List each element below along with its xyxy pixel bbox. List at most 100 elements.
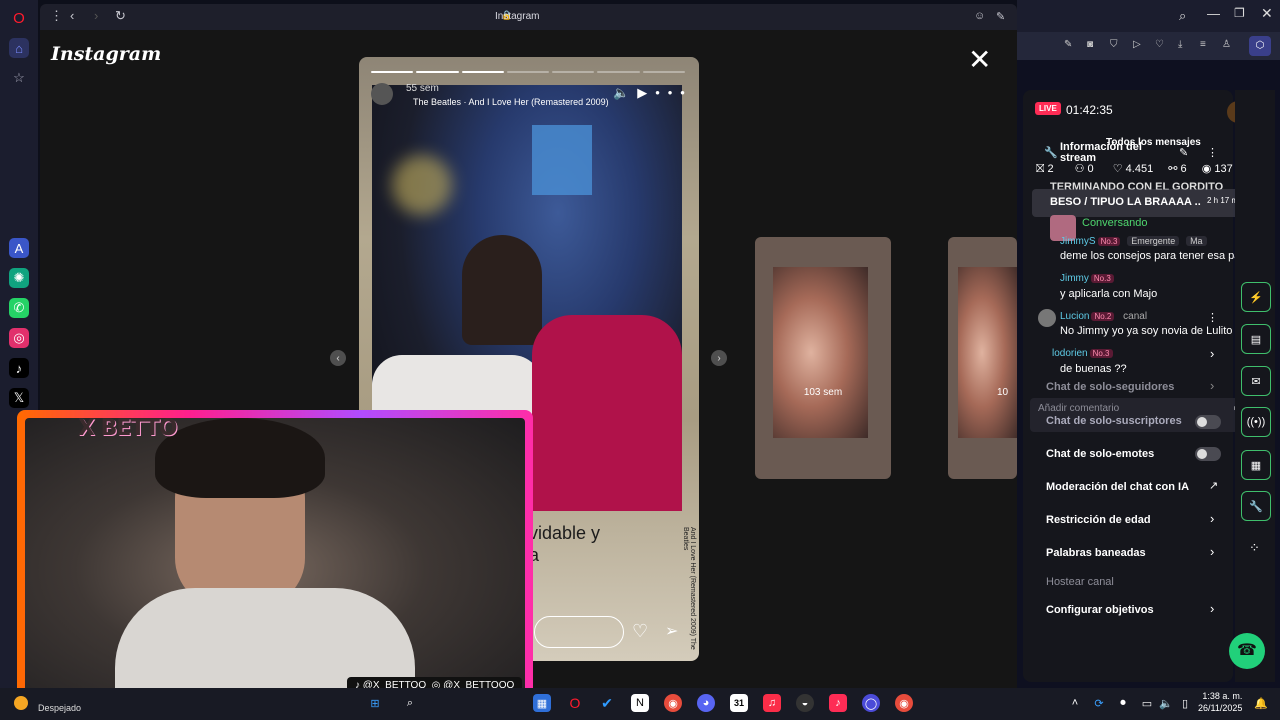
player-icon[interactable]: ▷: [1133, 39, 1141, 50]
store-icon[interactable]: ▦: [533, 694, 551, 712]
more-options-icon[interactable]: ⁘: [1249, 540, 1260, 556]
battery-icon[interactable]: ▯: [1176, 694, 1194, 712]
side-story-2[interactable]: 10: [948, 237, 1017, 479]
pin-icon[interactable]: ✎: [996, 10, 1005, 23]
chevron-right-icon[interactable]: ›: [1210, 378, 1214, 393]
heart-icon[interactable]: ♡: [1155, 39, 1164, 50]
side-story-1[interactable]: 103 sem: [755, 237, 891, 479]
toggle-emotes-only[interactable]: [1195, 447, 1221, 461]
profile-icon[interactable]: ♙: [1222, 39, 1231, 50]
instagram-icon[interactable]: ◎: [9, 328, 29, 348]
toggle-subscribers-only[interactable]: [1195, 415, 1221, 429]
more-icon[interactable]: •••: [655, 85, 693, 100]
stream-info-title[interactable]: Información del stream: [1060, 142, 1150, 164]
emoji-icon[interactable]: ☺: [974, 10, 985, 22]
tiktok-live-icon[interactable]: ♪: [829, 694, 847, 712]
edit-icon[interactable]: ✎: [1179, 146, 1188, 159]
chevron-right-icon[interactable]: ›: [1210, 511, 1214, 526]
chevron-right-icon[interactable]: ›: [1210, 346, 1214, 361]
weather-label[interactable]: Despejado: [38, 703, 81, 713]
tiktok-icon[interactable]: ♪: [9, 358, 29, 378]
camera-icon[interactable]: ◙: [1087, 39, 1093, 50]
more-icon[interactable]: ⋮: [1207, 311, 1218, 324]
volume-icon[interactable]: 🔈: [613, 85, 637, 100]
maximize-icon[interactable]: ❐: [1234, 6, 1245, 20]
mic-icon[interactable]: ⏺: [1114, 694, 1132, 712]
send-icon[interactable]: ➢: [665, 621, 678, 641]
display-icon[interactable]: ▭: [1138, 694, 1156, 712]
opera-logo-icon[interactable]: O: [9, 8, 29, 28]
edit-icon[interactable]: ✎: [1064, 39, 1072, 50]
avatar[interactable]: [371, 83, 393, 105]
obs-icon[interactable]: ◒: [796, 694, 814, 712]
tray-expand-icon[interactable]: ˄: [1066, 694, 1084, 712]
external-link-icon[interactable]: ↗: [1209, 479, 1218, 492]
story-song[interactable]: The Beatles · And I Love Her (Remastered…: [413, 97, 609, 107]
support-icon[interactable]: ☎: [1229, 633, 1265, 669]
chevron-right-icon[interactable]: ›: [1210, 544, 1214, 559]
chat-icon[interactable]: ✉: [1241, 366, 1271, 396]
reply-input[interactable]: [534, 616, 624, 648]
shield-icon[interactable]: ⛉: [1110, 39, 1118, 50]
more-icon[interactable]: ⋮: [1207, 146, 1218, 159]
chatgpt-icon[interactable]: ✺: [9, 268, 29, 288]
sync-icon[interactable]: ⟳: [1090, 694, 1108, 712]
setting-age-restriction[interactable]: Restricción de edad: [1046, 514, 1151, 526]
star-icon[interactable]: ☆: [9, 68, 29, 88]
weather-icon[interactable]: [14, 696, 28, 710]
search-icon[interactable]: ⌕: [401, 694, 419, 712]
discord-icon[interactable]: ◕: [697, 694, 715, 712]
layout-icon[interactable]: ▦: [1241, 450, 1271, 480]
notes-icon[interactable]: ▤: [1241, 324, 1271, 354]
broadcast-icon[interactable]: ((•)): [1241, 407, 1271, 437]
volume-icon[interactable]: 🔈: [1157, 694, 1175, 712]
extensions-icon[interactable]: ⬡: [1249, 36, 1271, 56]
close-window-icon[interactable]: ✕: [1261, 5, 1273, 22]
setting-banned-words[interactable]: Palabras baneadas: [1046, 547, 1146, 559]
forward-icon[interactable]: ›: [94, 8, 98, 23]
chat-user[interactable]: Lucion No.2 canal: [1060, 311, 1147, 322]
setting-followers-only[interactable]: Chat de solo-seguidores: [1046, 381, 1174, 393]
chrome-icon-2[interactable]: ◉: [895, 694, 913, 712]
chevron-right-icon[interactable]: ›: [1210, 601, 1214, 616]
prev-story-icon[interactable]: ‹: [330, 350, 346, 366]
minimize-icon[interactable]: —: [1207, 6, 1220, 21]
setting-emotes-only[interactable]: Chat de solo-emotes: [1046, 448, 1154, 460]
aria-ai-icon[interactable]: A: [9, 238, 29, 258]
whatsapp-icon[interactable]: ✆: [9, 298, 29, 318]
close-icon[interactable]: ✕: [968, 46, 991, 74]
chat-user[interactable]: Jimmy No.3: [1060, 273, 1114, 284]
menu-icon[interactable]: ≡: [1200, 39, 1206, 50]
notion-icon[interactable]: N: [631, 694, 649, 712]
x-twitter-icon[interactable]: 𝕏: [9, 388, 29, 408]
back-icon[interactable]: ‹: [70, 8, 74, 23]
heart-icon[interactable]: ♡: [632, 621, 648, 642]
opera-icon[interactable]: O: [566, 694, 584, 712]
user-avatar[interactable]: [1038, 309, 1056, 327]
wrench-icon[interactable]: 🔧: [1241, 491, 1271, 521]
setting-goals[interactable]: Configurar objetivos: [1046, 604, 1154, 616]
chat-user[interactable]: JimmyS No.3 Emergente Ma: [1060, 236, 1207, 247]
instagram-logo[interactable]: Instagram: [51, 43, 161, 65]
app-icon[interactable]: ◯: [862, 694, 880, 712]
notification-bell-icon[interactable]: 🔔: [1252, 694, 1270, 712]
reload-icon[interactable]: ↻: [115, 8, 126, 24]
todo-icon[interactable]: ✔: [598, 694, 616, 712]
chrome-icon[interactable]: ◉: [664, 694, 682, 712]
flash-icon[interactable]: ⚡: [1241, 282, 1271, 312]
home-icon[interactable]: ⌂: [9, 38, 29, 58]
calendar-icon[interactable]: 31: [730, 694, 748, 712]
url-text[interactable]: Instagram: [495, 11, 539, 22]
next-story-icon[interactable]: ›: [711, 350, 727, 366]
setting-subscribers-only[interactable]: Chat de solo-suscriptores: [1046, 415, 1182, 427]
windows-start-icon[interactable]: ⊞: [366, 694, 384, 712]
setting-ai-moderation[interactable]: Moderación del chat con IA: [1046, 481, 1189, 493]
comment-input[interactable]: Añadir comentario: [1038, 403, 1119, 414]
chat-user[interactable]: lodorien No.3: [1052, 348, 1113, 359]
download-icon[interactable]: ⤓: [1178, 39, 1182, 50]
music-icon[interactable]: ♫: [763, 694, 781, 712]
search-icon[interactable]: ⌕: [1179, 8, 1186, 24]
play-icon[interactable]: ▶: [637, 85, 655, 100]
clock[interactable]: 1:38 a. m. 26/11/2025: [1198, 690, 1242, 714]
menu-dots-icon[interactable]: ⋮: [50, 8, 63, 24]
